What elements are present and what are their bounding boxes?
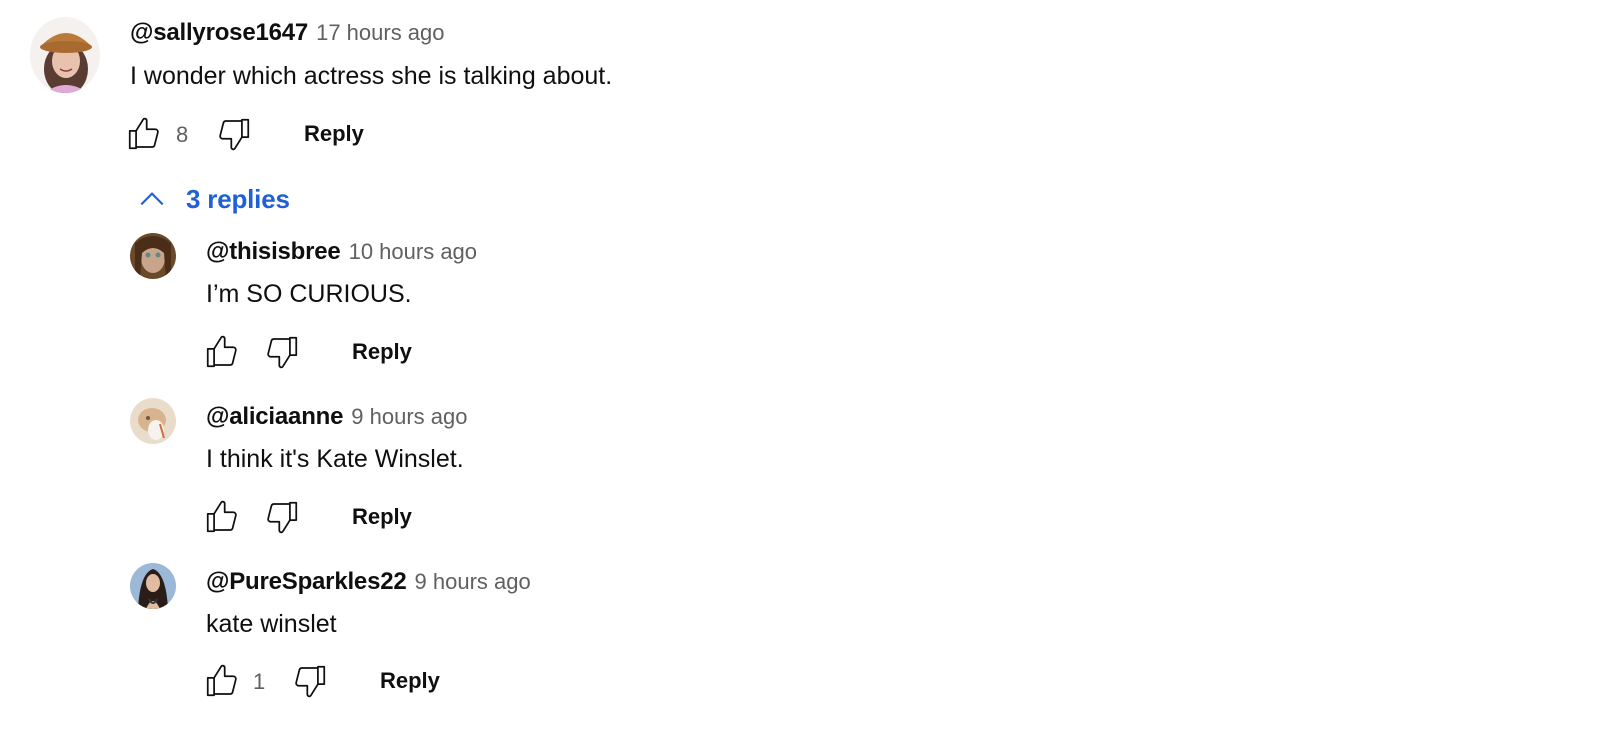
reply-actions: Reply (200, 497, 500, 537)
reply-button[interactable]: Reply (380, 670, 440, 692)
like-count: 1 (253, 669, 266, 694)
reply-actions: 1 Reply (200, 661, 500, 701)
reply-header: @aliciaanne 9 hours ago (206, 405, 467, 429)
reply-button[interactable]: Reply (352, 506, 412, 528)
comment-text: I wonder which actress she is talking ab… (130, 62, 613, 90)
thumbs-down-icon (267, 336, 298, 369)
like-button[interactable] (202, 332, 242, 372)
thumbs-up-icon (206, 500, 237, 533)
reply-timestamp[interactable]: 9 hours ago (351, 404, 467, 429)
comment-author[interactable]: @sallyrose1647 (130, 19, 308, 46)
thumbs-down-icon (295, 665, 326, 698)
dislike-button[interactable] (262, 497, 302, 537)
avatar[interactable] (130, 563, 176, 609)
dislike-button[interactable] (290, 661, 330, 701)
dislike-button[interactable] (262, 332, 302, 372)
reply-author[interactable]: @PureSparkles22 (206, 568, 407, 595)
reply-header: @thisisbree 10 hours ago (206, 240, 477, 264)
thumbs-up-icon (128, 117, 159, 150)
reply-comment: @aliciaanne 9 hours ago I think it's Kate… (0, 390, 1599, 550)
thumbs-down-icon (219, 118, 250, 151)
comment-timestamp[interactable]: 17 hours ago (316, 20, 444, 45)
reply-actions: Reply (200, 332, 500, 372)
reply-comment: @thisisbree 10 hours ago I’m SO CURIOUS. … (0, 225, 1599, 385)
thumbs-up-icon (206, 664, 237, 697)
replies-toggle-button[interactable]: 3 replies (136, 180, 290, 218)
like-button[interactable] (124, 114, 164, 154)
replies-count-label: 3 replies (186, 183, 290, 214)
avatar[interactable] (130, 398, 176, 444)
reply-author[interactable]: @aliciaanne (206, 403, 343, 430)
dislike-button[interactable] (214, 114, 254, 154)
reply-text: kate winslet (206, 610, 337, 638)
reply-timestamp[interactable]: 10 hours ago (349, 239, 477, 264)
reply-button[interactable]: Reply (352, 341, 412, 363)
like-button[interactable] (202, 661, 242, 701)
thumbs-up-icon (206, 335, 237, 368)
reply-text: I’m SO CURIOUS. (206, 280, 412, 308)
chevron-up-icon (140, 192, 164, 206)
reply-author[interactable]: @thisisbree (206, 238, 341, 265)
thumbs-down-icon (267, 501, 298, 534)
like-button[interactable] (202, 497, 242, 537)
comment: @sallyrose1647 17 hours ago I wonder whic… (0, 0, 1599, 170)
comment-actions: 8 Reply (120, 114, 420, 154)
reply-header: @PureSparkles22 9 hours ago (206, 570, 531, 594)
reply-text: I think it's Kate Winslet. (206, 445, 464, 473)
reply-timestamp[interactable]: 9 hours ago (415, 569, 531, 594)
reply-comment: @PureSparkles22 9 hours ago kate winslet … (0, 555, 1599, 737)
like-count: 8 (176, 122, 189, 147)
reply-button[interactable]: Reply (304, 123, 364, 145)
avatar[interactable] (130, 233, 176, 279)
comment-header: @sallyrose1647 17 hours ago (130, 21, 445, 45)
comment-thread: @sallyrose1647 17 hours ago I wonder whic… (0, 0, 1599, 737)
avatar[interactable] (30, 17, 100, 93)
